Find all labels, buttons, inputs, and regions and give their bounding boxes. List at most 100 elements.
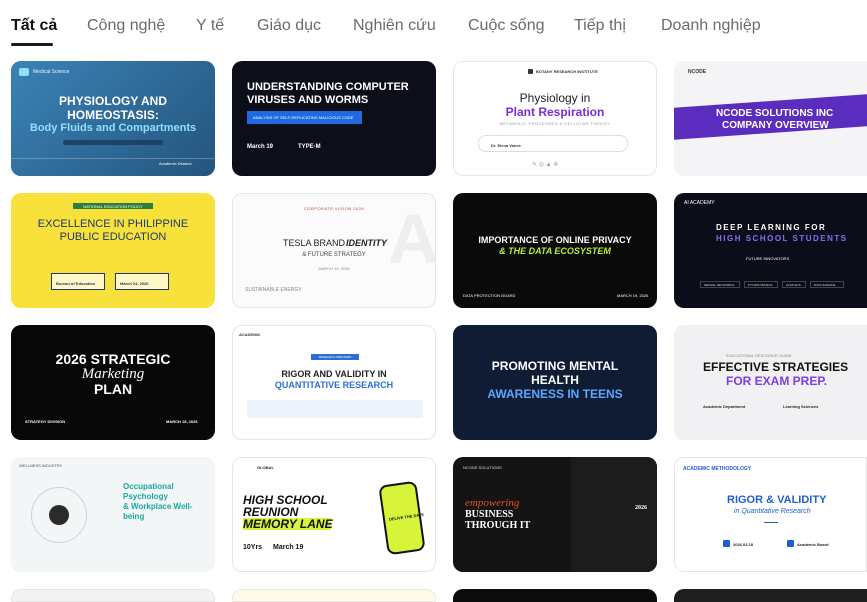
brand-logo-icon bbox=[528, 69, 533, 74]
divider bbox=[11, 158, 215, 159]
template-card-exam-prep[interactable]: EDUCATIONAL RESOURCE GUIDE EFFECTIVE STR… bbox=[674, 325, 867, 440]
tab-life[interactable]: Cuộc sống bbox=[468, 17, 545, 35]
card-footer-left: DATA PROTECTION BOARD bbox=[463, 293, 516, 298]
card-date: 2026.03.18 bbox=[733, 542, 754, 547]
card-title-line-1: DEEP LEARNING FOR bbox=[716, 223, 827, 232]
brand-label: Medical Science bbox=[33, 69, 70, 75]
card-label: Academic Board bbox=[797, 542, 829, 547]
brand-label: AI ACADEMY bbox=[684, 200, 715, 206]
template-card-plant-respiration[interactable]: BOTANY RESEARCH INSTITUTE Physiology in … bbox=[453, 61, 657, 176]
tag-label: NATIONAL EDUCATION POLICY bbox=[83, 204, 143, 209]
card-band bbox=[63, 140, 163, 145]
pill-label: PYTHON BASICS bbox=[748, 283, 773, 287]
subtitle-banner: ANALYSIS OF SELF-REPLICATING MALICIOUS C… bbox=[247, 111, 362, 124]
template-card-strategic-plan[interactable]: 2026 STRATEGIC Marketing PLAN STRATEGY D… bbox=[11, 325, 215, 440]
card-title-line-1: PROMOTING MENTAL bbox=[491, 359, 619, 373]
tab-all[interactable]: Tất cả bbox=[11, 17, 57, 35]
card-footer-left: STRATEGY DIVISION bbox=[25, 419, 66, 424]
brand-label: NCODE bbox=[688, 69, 707, 75]
topic-pill: PYTHON BASICS bbox=[744, 281, 778, 288]
card-title-line-3: AWARENESS IN TEENS bbox=[487, 387, 623, 401]
card-title-line-2: PUBLIC EDUCATION bbox=[59, 231, 167, 243]
card-title-line-2: IDENTITY bbox=[346, 238, 388, 248]
card-tag: CORPORATE VISION 2026 bbox=[303, 206, 365, 211]
template-card-rigor-validity-methodology[interactable]: ACADEMIC METHODOLOGY RIGOR & VALIDITY in… bbox=[674, 457, 867, 572]
card-title-line-1: empowering bbox=[465, 497, 520, 509]
info-box-text: Bureau of Education bbox=[56, 281, 96, 286]
phone-text: DELIVE THE DATE bbox=[388, 511, 425, 522]
card-title-line-3: & FUTURE STRATEGY bbox=[302, 252, 366, 258]
tag-band: RESEARCH METHODS bbox=[311, 354, 359, 360]
template-card-computer-viruses[interactable]: UNDERSTANDING COMPUTER VIRUSES AND WORMS… bbox=[232, 61, 436, 176]
brand-label: ACADEMIC bbox=[239, 332, 261, 337]
card-title-line-2: VIRUSES AND WORMS bbox=[247, 94, 369, 106]
template-card-rigor-validity[interactable]: ACADEMIC RESEARCH METHODS RIGOR AND VALI… bbox=[232, 325, 436, 440]
year-label: 2026 bbox=[635, 505, 647, 511]
tab-technology[interactable]: Công nghệ bbox=[87, 17, 165, 35]
share-icons: ✎ ◎ ▲ ✲ bbox=[532, 162, 559, 168]
brand-label: NCODE SOLUTIONS bbox=[463, 465, 502, 470]
active-tab-indicator bbox=[11, 43, 53, 46]
card-title-line-2: FOR EXAM PREP. bbox=[726, 374, 828, 388]
template-card-partial-3[interactable] bbox=[453, 589, 657, 602]
tab-research[interactable]: Nghiên cứu bbox=[353, 17, 436, 35]
topic-pill: NEURAL NETWORKS bbox=[700, 281, 740, 288]
card-title-line-2: in Quantitative Research bbox=[734, 508, 811, 515]
template-card-ncode-overview[interactable]: NCODE NCODE SOLUTIONS INC COMPANY OVERVI… bbox=[674, 61, 867, 176]
info-pill: Dr. Elena Vance bbox=[478, 135, 628, 152]
card-title-line-2: QUANTITATIVE RESEARCH bbox=[274, 380, 394, 390]
phone-illustration: DELIVE THE DATE bbox=[378, 480, 426, 556]
info-panel bbox=[247, 400, 423, 418]
card-title-line-2: COMPANY OVERVIEW bbox=[722, 120, 829, 131]
card-title-line-2: HOMEOSTASIS: bbox=[67, 108, 159, 122]
tab-education[interactable]: Giáo dục bbox=[257, 17, 321, 35]
board-icon bbox=[787, 540, 794, 547]
template-card-occupational-psychology[interactable]: WELLNESS INDUSTRY Occupational Psycholog… bbox=[11, 457, 215, 572]
template-card-philippine-education[interactable]: NATIONAL EDUCATION POLICY EXCELLENCE IN … bbox=[11, 193, 215, 308]
card-date: March 19 bbox=[247, 144, 274, 150]
card-title-line-1: EXCELLENCE IN PHILIPPINE bbox=[37, 218, 189, 230]
card-subtitle: FUTURE INNOVATORS bbox=[746, 256, 790, 261]
card-footer-right: MARCH 19, 2026 bbox=[617, 293, 649, 298]
card-title-line-3: & Workplace Well- bbox=[123, 502, 193, 511]
brand-logo-icon bbox=[19, 68, 29, 76]
banner-text: ANALYSIS OF SELF-REPLICATING MALICIOUS C… bbox=[253, 115, 354, 120]
card-title-line-2: & THE DATA ECOSYSTEM bbox=[499, 246, 611, 256]
template-card-online-privacy[interactable]: IMPORTANCE OF ONLINE PRIVACY & THE DATA … bbox=[453, 193, 657, 308]
template-card-empowering-business[interactable]: NCODE SOLUTIONS empowering BUSINESS THRO… bbox=[453, 457, 657, 572]
card-title-line-1: RIGOR & VALIDITY bbox=[727, 494, 827, 506]
info-box-right: March 24, 2026 bbox=[115, 273, 169, 290]
calendar-icon bbox=[723, 540, 730, 547]
card-title-line-3: Body Fluids and Compartments bbox=[29, 122, 197, 134]
template-card-reunion[interactable]: GLOBAL HIGH SCHOOL REUNION MEMORY LANE 1… bbox=[232, 457, 436, 572]
template-card-tesla-identity[interactable]: A CORPORATE VISION 2026 TESLA BRAND IDEN… bbox=[232, 193, 436, 308]
card-footer-left: Academic Department bbox=[703, 404, 746, 409]
tab-business[interactable]: Doanh nghiệp bbox=[661, 17, 761, 35]
card-title-line-1: Occupational bbox=[123, 482, 174, 491]
template-card-physiology[interactable]: Medical Science PHYSIOLOGY AND HOMEOSTAS… bbox=[11, 61, 215, 176]
card-title-line-1: UNDERSTANDING COMPUTER bbox=[247, 81, 409, 93]
pill-label: NEURAL NETWORKS bbox=[704, 283, 735, 287]
card-title-line-3: MEMORY LANE bbox=[243, 517, 333, 531]
template-card-partial-1[interactable] bbox=[11, 589, 215, 602]
template-card-partial-2[interactable] bbox=[232, 589, 436, 602]
tab-health[interactable]: Y tế bbox=[196, 17, 224, 35]
card-title-line-3: THROUGH IT bbox=[465, 520, 531, 531]
template-card-mental-health[interactable]: PROMOTING MENTAL HEALTH AWARENESS IN TEE… bbox=[453, 325, 657, 440]
divider bbox=[764, 522, 778, 523]
template-card-partial-4[interactable] bbox=[674, 589, 867, 602]
tag-label: RESEARCH METHODS bbox=[318, 355, 352, 359]
brand-label: WELLNESS INDUSTRY bbox=[19, 463, 63, 468]
card-title-line-1: TESLA BRAND bbox=[283, 238, 346, 248]
brand-label: ACADEMIC METHODOLOGY bbox=[683, 466, 752, 472]
card-subtitle: METABOLIC PROCESSES & CELLULAR ENERGY bbox=[499, 121, 611, 126]
card-date: March 19 bbox=[273, 544, 304, 551]
card-title-line-2: Psychology bbox=[123, 492, 168, 501]
card-title-line-1: IMPORTANCE OF ONLINE PRIVACY bbox=[478, 235, 632, 245]
template-card-deep-learning[interactable]: AI ACADEMY DEEP LEARNING FOR HIGH SCHOOL… bbox=[674, 193, 867, 308]
info-box-left: Bureau of Education bbox=[51, 273, 105, 290]
card-title-line-1: EFFECTIVE STRATEGIES bbox=[703, 360, 849, 374]
card-title-line-3: PLAN bbox=[93, 381, 133, 397]
tab-marketing[interactable]: Tiếp thị bbox=[574, 17, 626, 35]
card-title-line-2: HEALTH bbox=[531, 373, 579, 387]
